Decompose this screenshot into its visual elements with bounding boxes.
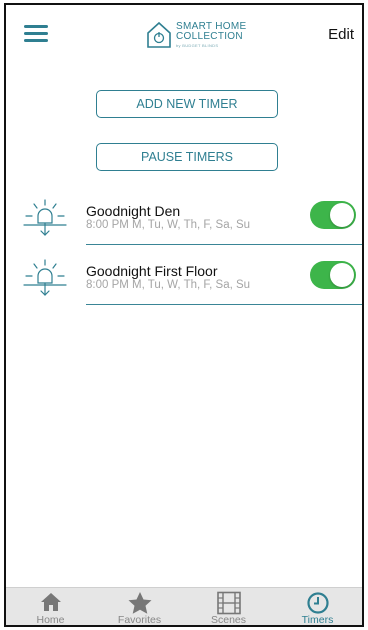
timer-enabled-toggle[interactable]: [310, 261, 356, 289]
logo-line-3: by BUDGET BLINDS: [176, 43, 219, 48]
logo-text: SMART HOME COLLECTION by BUDGET BLINDS: [176, 22, 246, 48]
tab-scenes[interactable]: Scenes: [184, 588, 273, 626]
app-logo: SMART HOME COLLECTION by BUDGET BLINDS: [146, 17, 246, 53]
app-frame: SMART HOME COLLECTION by BUDGET BLINDS E…: [4, 3, 364, 627]
edit-button[interactable]: Edit: [328, 26, 354, 43]
pause-timers-button[interactable]: PAUSE TIMERS: [96, 143, 278, 171]
timer-enabled-toggle[interactable]: [310, 201, 356, 229]
timer-schedule: 8:00 PM M, Tu, W, Th, F, Sa, Su: [86, 279, 251, 291]
logo-line-2: COLLECTION: [176, 31, 243, 42]
tab-label: Favorites: [117, 614, 162, 626]
home-icon: [40, 593, 61, 611]
tab-label: Home: [36, 614, 65, 626]
tab-bar: Home Favorites Scenes Timers: [6, 587, 362, 626]
hamburger-menu-icon[interactable]: [24, 25, 48, 43]
star-icon: [128, 592, 151, 614]
timer-schedule: 8:00 PM M, Tu, W, Th, F, Sa, Su: [86, 219, 251, 231]
tab-label: Timers: [301, 614, 334, 626]
tab-timers[interactable]: Timers: [273, 588, 362, 626]
tab-home[interactable]: Home: [6, 588, 95, 626]
house-power-logo-icon: [147, 21, 171, 48]
clock-icon: [306, 592, 329, 614]
film-icon: [216, 591, 241, 615]
tab-label: Scenes: [210, 614, 247, 626]
tab-favorites[interactable]: Favorites: [95, 588, 184, 626]
add-new-timer-button[interactable]: ADD NEW TIMER: [96, 90, 278, 118]
timer-name: Goodnight First Floor: [86, 263, 218, 279]
timer-row[interactable]: Goodnight First Floor 8:00 PM M, Tu, W, …: [6, 245, 362, 305]
row-divider: [86, 304, 362, 305]
timer-row[interactable]: Goodnight Den 8:00 PM M, Tu, W, Th, F, S…: [6, 185, 362, 245]
timer-name: Goodnight Den: [86, 203, 181, 219]
lamp-timer-icon: [23, 259, 67, 296]
lamp-timer-icon: [23, 199, 67, 236]
header: SMART HOME COLLECTION by BUDGET BLINDS E…: [6, 5, 362, 63]
